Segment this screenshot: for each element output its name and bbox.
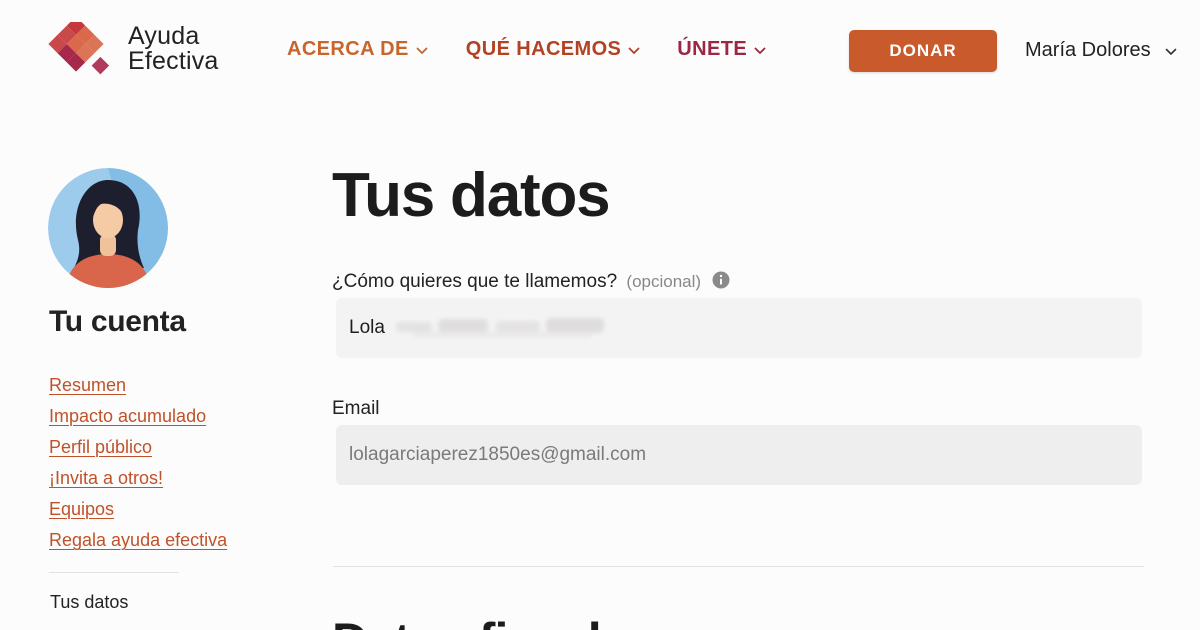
nav-item-acerca-de[interactable]: ACERCA DE <box>287 38 428 61</box>
sidebar-item-tus-datos-current: Tus datos <box>50 592 129 612</box>
account-title: Tu cuenta <box>49 305 186 338</box>
email-field[interactable] <box>336 425 1142 485</box>
list-item: Regala ayuda efectiva <box>49 529 227 560</box>
list-item: ¡Invita a otros! <box>49 467 227 498</box>
name-field-label-text: ¿Cómo quieres que te llamemos? <box>332 271 618 292</box>
optional-hint: (opcional) <box>626 272 702 291</box>
section-title-datos-fiscales: Datos fiscales <box>332 610 654 630</box>
site-header: Ayuda Efectiva ACERCA DE QUÉ HACEMOS ÚNE… <box>0 0 1200 100</box>
email-field-label: Email <box>332 398 380 419</box>
nav-item-label: ACERCA DE <box>287 38 409 60</box>
nav-item-label: QUÉ HACEMOS <box>465 38 622 60</box>
avatar <box>48 168 168 288</box>
logo-tile <box>91 56 110 75</box>
main-nav: ACERCA DE QUÉ HACEMOS ÚNETE <box>287 38 766 61</box>
page-title: Tus datos <box>332 161 611 230</box>
name-field-label: ¿Cómo quieres que te llamemos? (opcional… <box>332 271 730 293</box>
sidebar-link-partial[interactable] <box>49 624 219 630</box>
sidebar-divider <box>49 572 179 573</box>
sidebar-link-perfil-publico[interactable]: Perfil público <box>49 437 152 457</box>
info-circle-icon[interactable] <box>712 271 730 289</box>
logo-diamond-icon <box>48 22 110 75</box>
brand-name-line1: Ayuda <box>128 22 200 50</box>
brand-name: Ayuda Efectiva <box>128 24 219 74</box>
list-item: Equipos <box>49 498 227 529</box>
sidebar-link-resumen[interactable]: Resumen <box>49 375 126 395</box>
nav-item-unete[interactable]: ÚNETE <box>677 38 766 61</box>
list-item: Resumen <box>49 374 227 405</box>
donate-button[interactable]: DONAR <box>849 30 997 72</box>
user-avatar-illustration <box>48 168 168 288</box>
list-item: Impacto acumulado <box>49 405 227 436</box>
user-name: María Dolores <box>1025 39 1151 61</box>
section-divider <box>333 566 1144 567</box>
name-input[interactable] <box>336 298 1142 358</box>
chevron-down-icon <box>1165 48 1176 55</box>
sidebar-link-equipos[interactable]: Equipos <box>49 499 114 519</box>
chevron-down-icon <box>754 47 766 54</box>
list-item: Perfil público <box>49 436 227 467</box>
sidebar-link-regala-ayuda-efectiva[interactable]: Regala ayuda efectiva <box>49 530 227 550</box>
nav-item-que-hacemos[interactable]: QUÉ HACEMOS <box>466 38 641 61</box>
chevron-down-icon <box>416 47 428 54</box>
nav-item-label: ÚNETE <box>677 38 748 60</box>
sidebar-link-invita-a-otros[interactable]: ¡Invita a otros! <box>49 468 163 488</box>
brand-name-line2: Efectiva <box>128 47 219 75</box>
user-menu[interactable]: María Dolores <box>1025 39 1177 62</box>
brand-logo[interactable]: Ayuda Efectiva <box>42 20 242 80</box>
chevron-down-icon <box>628 47 640 54</box>
sidebar-link-impacto-acumulado[interactable]: Impacto acumulado <box>49 406 206 426</box>
account-nav: Resumen Impacto acumulado Perfil público… <box>49 374 227 560</box>
